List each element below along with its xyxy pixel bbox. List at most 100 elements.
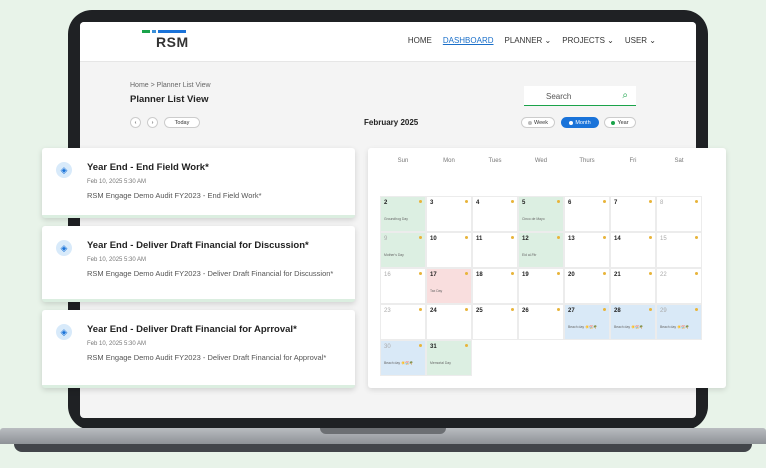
calendar-day-cell[interactable]: 20 (564, 268, 610, 304)
holiday-label: Eid al-Fitr (522, 253, 537, 257)
day-header: Sat (674, 158, 684, 164)
nav-projects[interactable]: PROJECTS ⌄ (562, 36, 614, 45)
day-number: 21 (614, 272, 621, 278)
event-date: Feb 10, 2025 5:30 AM (87, 341, 147, 347)
week-view-button[interactable]: Week (521, 117, 555, 128)
event-marker-icon (649, 272, 652, 275)
event-marker-icon (695, 272, 698, 275)
search-input[interactable]: Search ⌕ (524, 86, 636, 106)
day-number: 13 (568, 236, 575, 242)
calendar-day-cell[interactable]: 24 (426, 304, 472, 340)
calendar-day-cell[interactable]: 19 (518, 268, 564, 304)
day-number: 12 (522, 236, 529, 242)
calendar-day-cell[interactable]: 29 Beach day ☀️🏖️🌴 (656, 304, 702, 340)
breadcrumb[interactable]: Home > Planner List View (130, 82, 211, 89)
calendar-day-cell[interactable]: 4 (472, 196, 518, 232)
event-marker-icon (649, 200, 652, 203)
calendar-day-cell[interactable]: 16 (380, 268, 426, 304)
calendar-day-cell[interactable]: 13 (564, 232, 610, 268)
calendar-day-cell[interactable]: 5 Cinco de Mayo (518, 196, 564, 232)
nav-planner[interactable]: PLANNER ⌄ (505, 36, 552, 45)
logo-bars (142, 30, 189, 33)
prev-button[interactable]: ‹ (130, 117, 141, 128)
calendar-day-cell[interactable]: 14 (610, 232, 656, 268)
event-card-1[interactable]: ◈ Year End - End Field Work* Feb 10, 202… (42, 148, 355, 218)
calendar-day-cell[interactable]: 26 (518, 304, 564, 340)
calendar-day-cell[interactable]: 30 Beach day ☀️🏖️🌴 (380, 340, 426, 376)
logo-bar-blue-long (158, 30, 186, 33)
month-title: February 2025 (364, 118, 419, 127)
day-number: 25 (476, 308, 483, 314)
week-label: Week (534, 119, 548, 126)
day-number: 2 (384, 200, 388, 206)
event-description: RSM Engage Demo Audit FY2023 - Deliver D… (87, 353, 327, 362)
calendar-day-cell[interactable]: 15 (656, 232, 702, 268)
event-marker-icon (695, 236, 698, 239)
event-marker-icon (603, 272, 606, 275)
event-marker-icon (465, 236, 468, 239)
search-placeholder: Search (546, 92, 572, 101)
month-view-button[interactable]: Month (561, 117, 599, 128)
day-number: 9 (384, 236, 388, 242)
calendar-day-cell[interactable]: 17 Tax Day (426, 268, 472, 304)
year-view-button[interactable]: Year (604, 117, 636, 128)
calendar-day-cell[interactable]: 18 (472, 268, 518, 304)
event-marker-icon (511, 308, 514, 311)
holiday-label: Tax Day (430, 289, 443, 293)
calendar-day-cell[interactable]: 6 (564, 196, 610, 232)
nav-home[interactable]: HOME (408, 36, 432, 45)
day-number: 20 (568, 272, 575, 278)
day-number: 18 (476, 272, 483, 278)
calendar-day-cell[interactable]: 12 Eid al-Fitr (518, 232, 564, 268)
day-number: 22 (660, 272, 667, 278)
day-number: 3 (430, 200, 434, 206)
next-button[interactable]: › (147, 117, 158, 128)
calendar-day-cell[interactable]: 25 (472, 304, 518, 340)
holiday-label: Memorial Day (430, 361, 451, 365)
calendar-day-cell[interactable]: 23 (380, 304, 426, 340)
day-number: 5 (522, 200, 526, 206)
rsm-logo[interactable]: RSM (142, 30, 189, 50)
calendar-day-cell[interactable]: 22 (656, 268, 702, 304)
laptop-notch (320, 428, 446, 434)
logo-text: RSM (156, 34, 189, 50)
main-nav: HOME DASHBOARD PLANNER ⌄ PROJECTS ⌄ USER… (408, 36, 656, 45)
event-marker-icon (511, 272, 514, 275)
today-button[interactable]: Today (164, 117, 200, 128)
month-calendar: Sun Mon Tues Wed Thurs Fri Sat 2 Groundhog Day 3 4… (368, 148, 726, 388)
holiday-label: Mother's Day (384, 253, 404, 257)
logo-bar-green (142, 30, 150, 33)
calendar-day-cell[interactable]: 27 Beach day ☀️🏖️🌴 (564, 304, 610, 340)
layers-icon: ◈ (56, 240, 72, 256)
day-header: Mon (443, 158, 455, 164)
event-marker-icon (603, 236, 606, 239)
day-number: 7 (614, 200, 618, 206)
page-title: Planner List View (130, 94, 209, 105)
logo-bar-blue (152, 30, 156, 33)
day-number: 14 (614, 236, 621, 242)
event-card-3[interactable]: ◈ Year End - Deliver Draft Financial for… (42, 310, 355, 388)
calendar-day-cell[interactable]: 9 Mother's Day (380, 232, 426, 268)
day-header: Fri (629, 158, 637, 164)
calendar-day-cell[interactable]: 31 Memorial Day (426, 340, 472, 376)
event-marker-icon (557, 236, 560, 239)
calendar-day-cell[interactable]: 3 (426, 196, 472, 232)
calendar-day-cell[interactable]: 28 Beach day ☀️🏖️🌴 (610, 304, 656, 340)
event-card-2[interactable]: ◈ Year End - Deliver Draft Financial for… (42, 226, 355, 302)
calendar-day-cell[interactable]: 2 Groundhog Day (380, 196, 426, 232)
event-title: Year End - Deliver Draft Financial for A… (87, 324, 297, 335)
calendar-day-cell[interactable]: 21 (610, 268, 656, 304)
day-number: 30 (384, 344, 391, 350)
week-radio-icon (528, 120, 533, 125)
nav-user[interactable]: USER ⌄ (625, 36, 656, 45)
day-number: 24 (430, 308, 437, 314)
day-header: Sun (397, 158, 409, 164)
calendar-day-cell[interactable]: 11 (472, 232, 518, 268)
calendar-day-cell[interactable]: 8 (656, 196, 702, 232)
laptop-base (0, 428, 766, 468)
nav-dashboard[interactable]: DASHBOARD (443, 36, 494, 45)
calendar-day-cell[interactable]: 7 (610, 196, 656, 232)
calendar-day-cell[interactable]: 10 (426, 232, 472, 268)
search-icon[interactable]: ⌕ (622, 90, 628, 101)
event-marker-icon (465, 272, 468, 275)
